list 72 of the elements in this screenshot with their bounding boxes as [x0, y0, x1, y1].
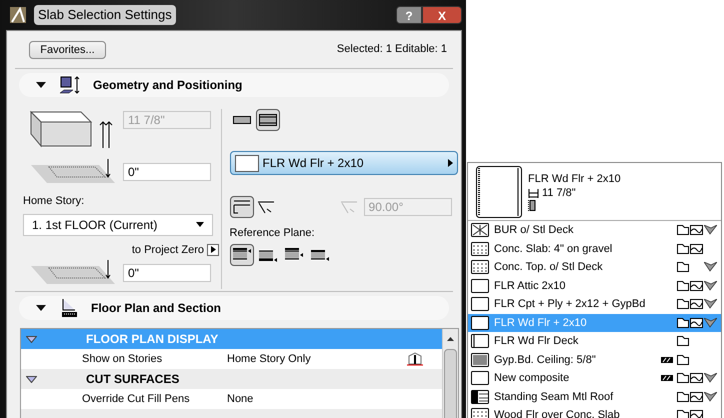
property-value: Home Story Only — [227, 352, 312, 367]
composite-thickness: 11 7/8" — [542, 186, 576, 200]
composite-item[interactable]: Conc. Top. o/ Stl Deck — [468, 258, 721, 276]
composite-item[interactable]: FLR Attic 2x10 — [468, 276, 721, 295]
layer-reference-icon — [284, 248, 304, 262]
angled-edge-icon — [256, 200, 275, 214]
scrollbar[interactable] — [442, 329, 458, 418]
fill-swatch-icon — [234, 154, 259, 172]
floor-plan-icon — [59, 298, 79, 318]
composite-item[interactable]: FLR Wd Flr Deck — [468, 332, 721, 350]
fill-swatch-icon — [471, 223, 489, 238]
group-row[interactable]: CUT SURFACES — [21, 369, 442, 389]
fill-swatch-icon — [471, 390, 489, 404]
property-label: Show on Stories — [82, 352, 164, 367]
collapse-arrow-icon[interactable] — [35, 304, 47, 312]
arrow-button[interactable] — [207, 244, 219, 256]
composite-item[interactable]: BUR o/ Stl Deck — [468, 221, 721, 240]
section-header[interactable]: Floor Plan and Section — [19, 296, 449, 320]
structure-button[interactable] — [256, 109, 280, 131]
layer-reference-icon — [310, 248, 330, 262]
edge-button[interactable] — [230, 196, 254, 218]
input-field[interactable]: 0" — [123, 264, 211, 282]
composite-item[interactable]: FLR Cpt + Ply + 2x12 + GypBd — [468, 295, 721, 314]
app-logo-icon — [10, 7, 26, 23]
collapse-arrow-icon[interactable] — [35, 81, 47, 89]
layered-bar-icon — [258, 114, 277, 126]
fill-swatch-icon — [471, 316, 489, 330]
play-arrow-icon — [448, 159, 453, 167]
perpendicular-edge-icon — [232, 200, 251, 214]
play-arrow-icon — [210, 246, 216, 254]
composite-item[interactable]: Wood Flr over Conc. Slab — [468, 406, 721, 418]
close-button[interactable]: X — [422, 6, 462, 24]
thickness-icon — [528, 188, 539, 198]
section-title: Geometry and Positioning — [93, 77, 242, 94]
group-label: FLOOR PLAN DISPLAY — [86, 331, 218, 348]
scroll-thumb[interactable] — [444, 349, 457, 418]
section-header[interactable]: Geometry and Positioning — [19, 73, 449, 97]
field-label: Home Story: — [23, 194, 86, 209]
scroll-up-icon[interactable] — [447, 337, 454, 341]
story-dropdown[interactable]: 1. 1st FLOOR (Current) — [23, 214, 213, 236]
group-label: CUT SURFACES — [86, 371, 180, 388]
selection-info: Selected: 1 Editable: 1 — [336, 42, 447, 58]
collapse-arrow-icon[interactable] — [26, 376, 37, 382]
slab-icon — [59, 75, 81, 95]
dropdown-arrow-icon — [196, 222, 204, 227]
fill-swatch-icon — [471, 242, 489, 256]
angled-edge-icon — [340, 200, 358, 214]
composite-picker[interactable]: FLR Wd Flr + 2x10 — [230, 151, 458, 175]
field-label: Reference Plane: — [230, 226, 316, 241]
window-title: Slab Selection Settings — [34, 5, 176, 25]
fill-swatch-icon — [471, 334, 489, 348]
property-label: Override Cut Fill Pens — [82, 392, 191, 407]
composite-item[interactable]: New composite — [468, 369, 721, 388]
fill-swatch-icon — [471, 297, 489, 312]
layer-reference-icon — [232, 248, 252, 262]
composite-name: FLR Wd Flr + 2x10 — [528, 172, 621, 186]
fill-swatch-icon — [471, 371, 489, 386]
skin-layer-icon — [528, 200, 536, 211]
layer-reference-icon — [258, 248, 278, 262]
reference-plane-button[interactable] — [230, 244, 254, 266]
fill-swatch-icon — [471, 260, 489, 274]
section-title: Floor Plan and Section — [91, 300, 222, 317]
composite-item[interactable]: Gyp.Bd. Ceiling: 5/8" — [468, 350, 721, 369]
input-field[interactable]: 0" — [123, 163, 211, 181]
composite-item[interactable]: Conc. Slab: 4" on gravel — [468, 240, 721, 258]
field-label: to Project Zero — [132, 242, 204, 258]
composite-preview-icon — [476, 166, 522, 218]
property-value: None — [227, 392, 254, 407]
favorites-button[interactable]: Favorites... — [29, 40, 106, 58]
composite-item[interactable]: Standing Seam Mtl Roof — [468, 388, 721, 406]
fill-swatch-icon — [471, 278, 489, 293]
fill-swatch-icon — [471, 352, 489, 367]
